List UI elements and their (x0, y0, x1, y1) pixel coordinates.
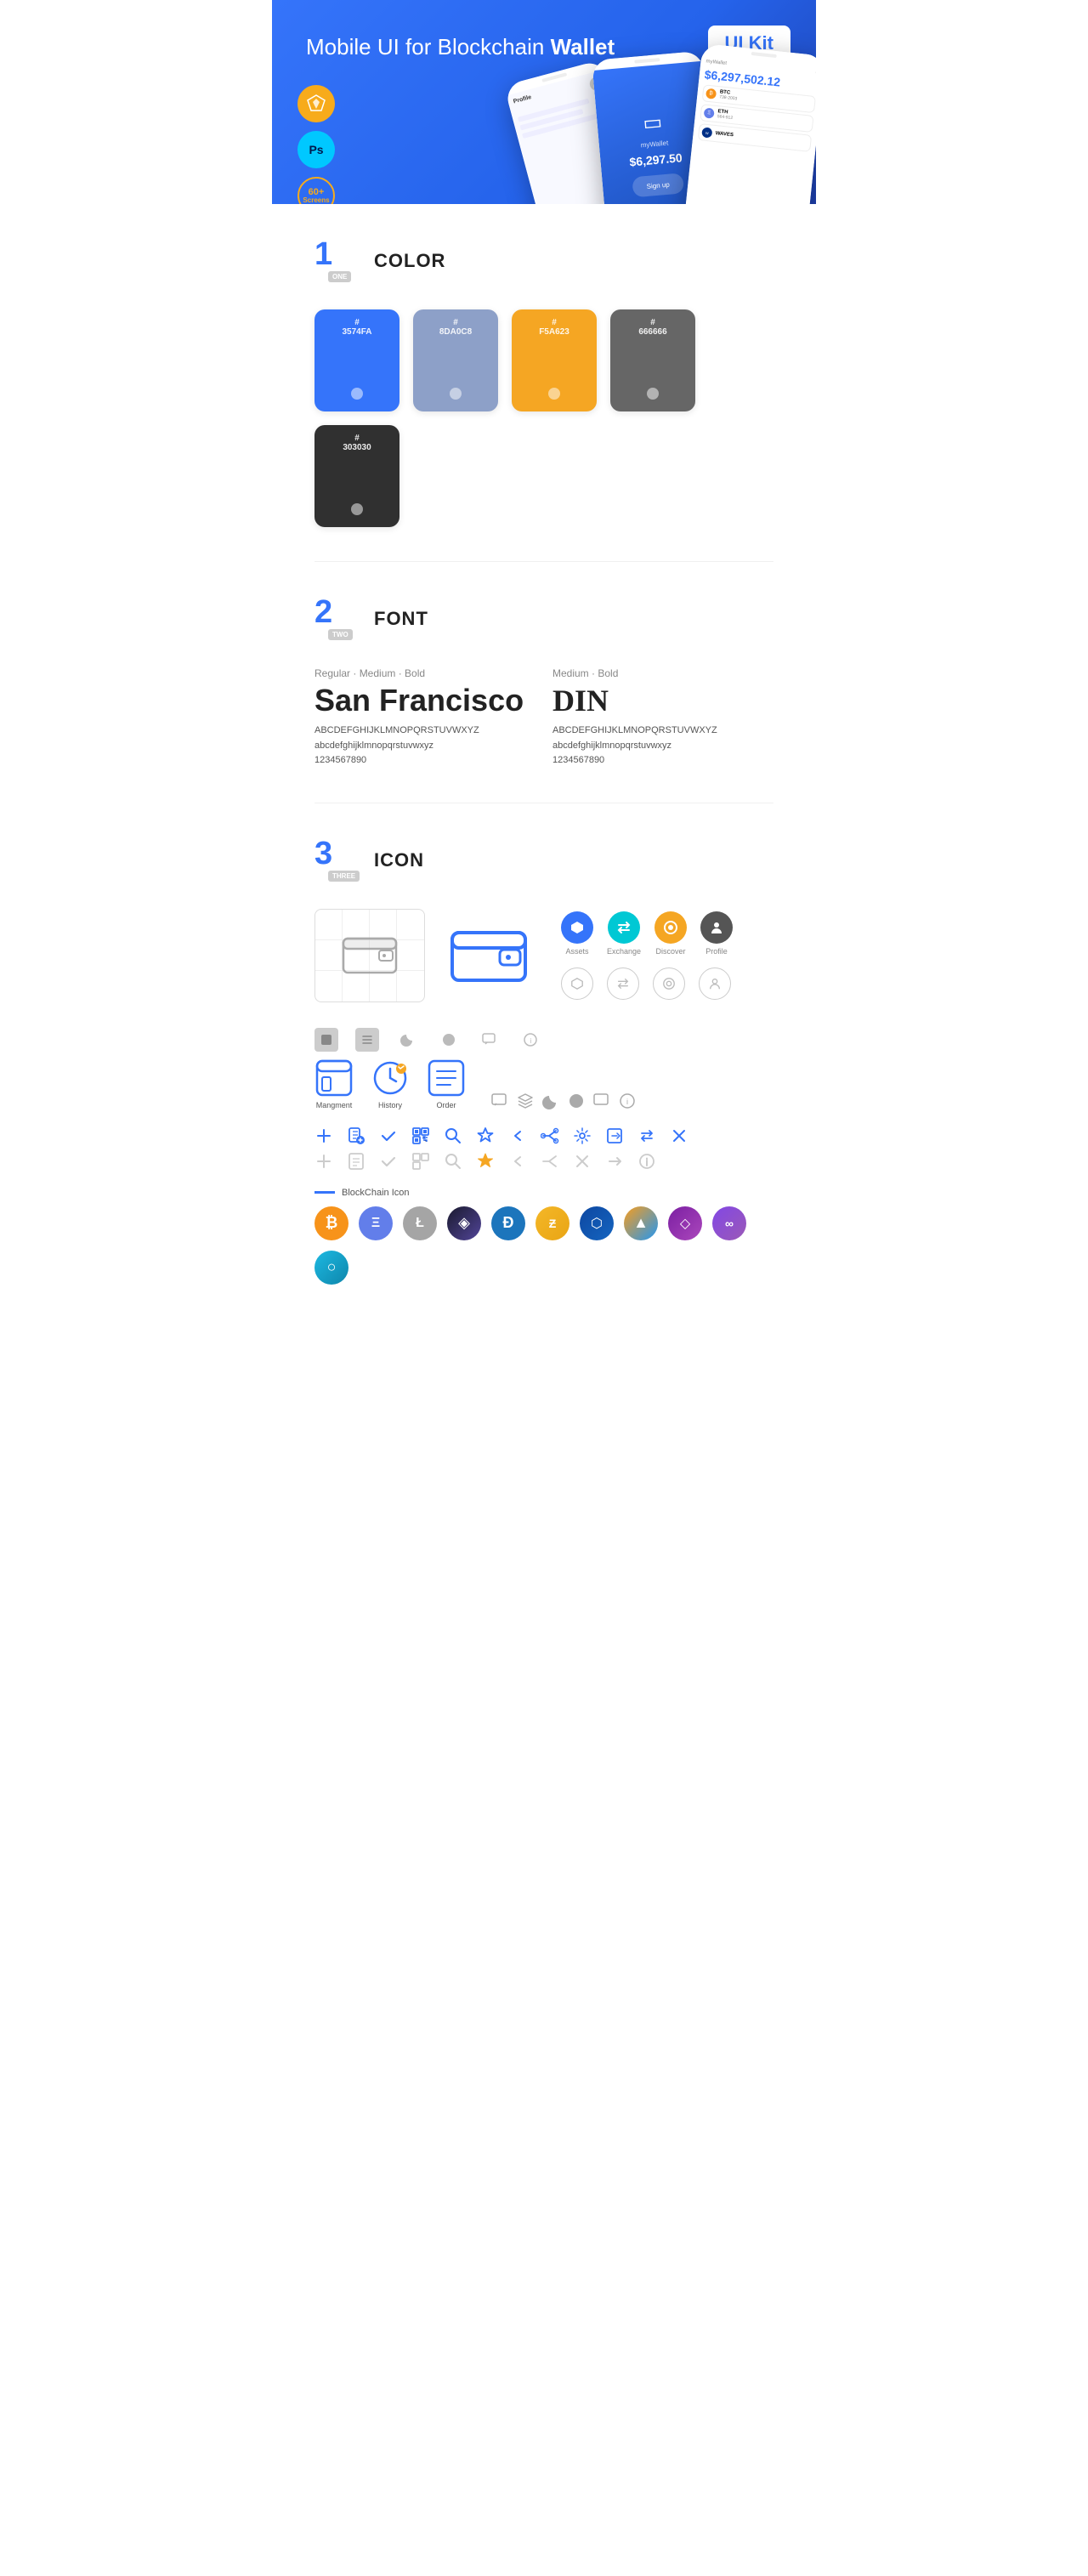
back-icon (508, 1126, 527, 1145)
check-icon (379, 1126, 398, 1145)
font-grid: Regular · Medium · Bold San Francisco AB… (314, 667, 774, 769)
sketch-badge (298, 85, 335, 122)
color-swatch-blue: #3574FA (314, 309, 400, 411)
share-icon-gray (541, 1152, 559, 1171)
back-icon-gray (508, 1152, 527, 1171)
settings-icon (573, 1126, 592, 1145)
utility-icons-blue (314, 1126, 774, 1145)
icon-section: 3 THREE ICON (272, 803, 816, 1310)
info-icon-gray (638, 1152, 656, 1171)
color-swatch-orange: #F5A623 (512, 309, 597, 411)
icon-order: Order (427, 1058, 466, 1109)
search-icon (444, 1126, 462, 1145)
font-section: 2 TWO FONT Regular · Medium · Bold San F… (272, 562, 816, 803)
zcash-icon: Ƶ (536, 1206, 570, 1240)
nav-icon-profile-outline (699, 967, 731, 1000)
screens-badge: 60+ Screens (298, 177, 335, 204)
font-san-francisco: Regular · Medium · Bold San Francisco AB… (314, 667, 536, 769)
icon-history: History (371, 1058, 410, 1109)
bitcoin-icon: ₿ (314, 1206, 348, 1240)
star-icon-orange (476, 1152, 495, 1171)
doc-icon-gray (347, 1152, 366, 1171)
nav-icon-discover-outline (653, 967, 685, 1000)
export-icon (605, 1126, 624, 1145)
hex-icon: ⬡ (580, 1206, 614, 1240)
svg-text:i: i (626, 1098, 628, 1106)
misc-icon-info: i (518, 1028, 542, 1052)
misc-icon-2 (355, 1028, 379, 1052)
search-icon-gray (444, 1152, 462, 1171)
close-icon-gray (573, 1152, 592, 1171)
nav-icon-exchange: Exchange (607, 911, 641, 956)
icon-section-header: 3 THREE ICON (314, 837, 774, 883)
icon-main-row: Assets Exchange Discover (314, 909, 774, 1002)
font-section-header: 2 TWO FONT (314, 596, 774, 642)
nav-icon-exchange-outline (607, 967, 639, 1000)
svg-text:i: i (530, 1037, 532, 1045)
font-din: Medium · Bold DIN ABCDEFGHIJKLMNOPQRSTUV… (552, 667, 774, 769)
utility-icons-gray (314, 1152, 774, 1171)
info-icon-small: i (619, 1092, 636, 1109)
section-number-1: 1 ONE (314, 238, 360, 284)
nav-icon-assets-outline (561, 967, 593, 1000)
color-section-header: 1 ONE COLOR (314, 238, 774, 284)
management-icon-svg (314, 1058, 354, 1098)
hero-section: Mobile UI for Blockchain Wallet UI Kit P… (272, 0, 816, 204)
circle-full-small (568, 1092, 585, 1109)
nav-icons-row-filled: Assets Exchange Discover (561, 911, 733, 956)
stack-icon-small (517, 1092, 534, 1109)
litecoin-icon: Ł (403, 1206, 437, 1240)
icon-management: Mangment (314, 1058, 354, 1109)
arrow-icon-gray (605, 1152, 624, 1171)
misc-icon-crescent (396, 1028, 420, 1052)
close-icon (670, 1126, 688, 1145)
qr-icon-gray (411, 1152, 430, 1171)
crescent-icon-small (542, 1092, 559, 1109)
small-icons-row-colored: i (491, 1092, 636, 1109)
bottom-icon-row: Mangment History Order (314, 1058, 774, 1109)
misc-icon-chat (478, 1028, 502, 1052)
order-icon-svg (427, 1058, 466, 1098)
color-swatch-gray: #666666 (610, 309, 695, 411)
section-number-2: 2 TWO (314, 596, 360, 642)
nav-icon-assets: Assets (561, 911, 593, 956)
crypto-icons-row: ₿ Ξ Ł ◈ Đ Ƶ ⬡ ▲ ◇ ∞ ○ (314, 1206, 774, 1285)
color-swatch-dark: #303030 (314, 425, 400, 527)
color-swatch-steel: #8DA0C8 (413, 309, 498, 411)
section-number-3: 3 THREE (314, 837, 360, 883)
check-icon-gray (379, 1152, 398, 1171)
chat2-icon-small (593, 1092, 610, 1109)
share-icon (541, 1126, 559, 1145)
color-section: 1 ONE COLOR #3574FA #8DA0C8 #F5A623 #666… (272, 204, 816, 561)
swap-icon (638, 1126, 656, 1145)
nav-icon-profile: Profile (700, 911, 733, 956)
ethereum-icon: Ξ (359, 1206, 393, 1240)
chat-icon-small (491, 1092, 508, 1109)
small-misc-icons: i (491, 1092, 636, 1109)
stratis-icon: ○ (314, 1251, 348, 1285)
qr-icon (411, 1126, 430, 1145)
plus-icon-gray (314, 1152, 333, 1171)
history-icon-svg (371, 1058, 410, 1098)
plus-icon (314, 1126, 333, 1145)
icon-solid-container (442, 909, 536, 1002)
augur-icon: ◈ (447, 1206, 481, 1240)
icon-wireframe-container (314, 909, 425, 1002)
star-icon (476, 1126, 495, 1145)
wallet-solid-icon (450, 926, 527, 985)
diamond-icon: ◇ (668, 1206, 702, 1240)
misc-icon-1 (314, 1028, 338, 1052)
misc-icons-row: i (314, 1028, 774, 1052)
doc-icon (347, 1126, 366, 1145)
blockchain-label: BlockChain Icon (314, 1188, 774, 1198)
misc-icon-circle-gray (437, 1028, 461, 1052)
nav-icons-row-outline (561, 967, 733, 1000)
color-swatches: #3574FA #8DA0C8 #F5A623 #666666 #303030 (314, 309, 774, 527)
nav-icon-discover: Discover (654, 911, 687, 956)
nav-icons-group: Assets Exchange Discover (561, 911, 733, 1000)
ps-badge: Ps (298, 131, 335, 168)
ark-icon: ▲ (624, 1206, 658, 1240)
dash-icon: Đ (491, 1206, 525, 1240)
matic-icon: ∞ (712, 1206, 746, 1240)
